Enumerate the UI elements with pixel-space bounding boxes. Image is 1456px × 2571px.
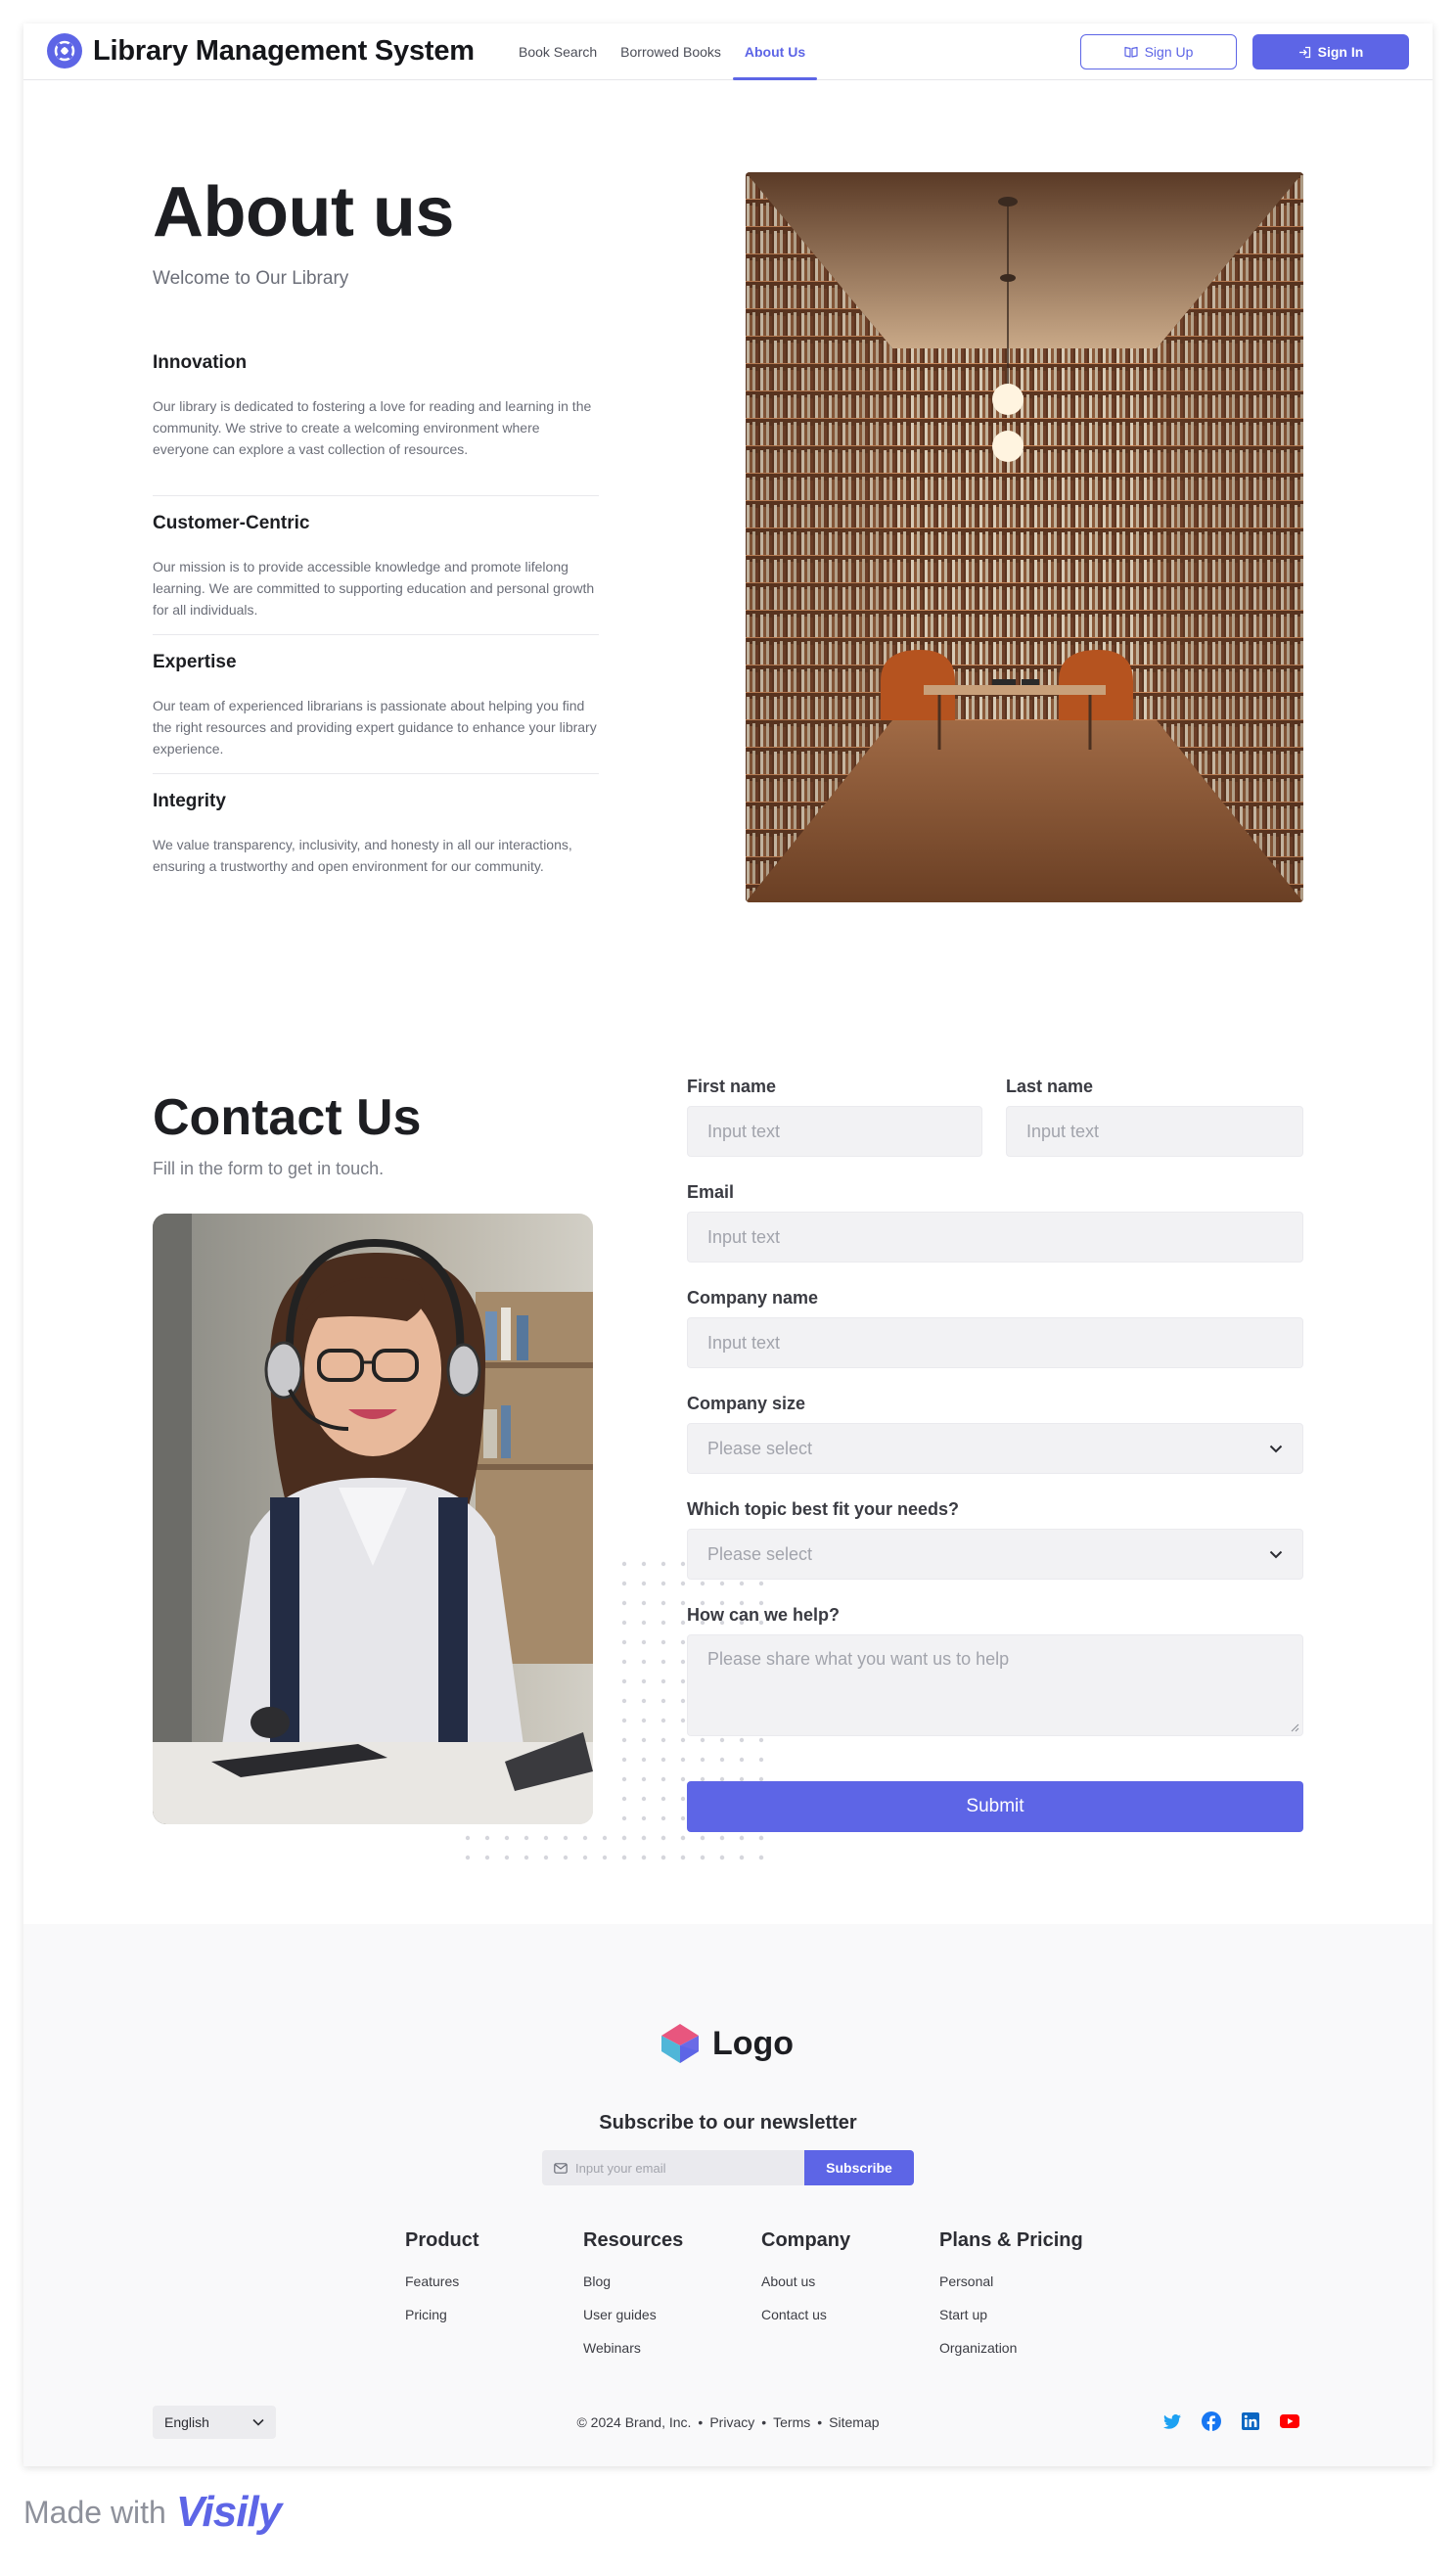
made-with-text: Made with [23,2494,166,2530]
twitter-icon[interactable] [1162,2411,1182,2431]
footer-link[interactable]: Personal [939,2273,1115,2289]
submit-button[interactable]: Submit [687,1781,1303,1832]
logo-icon [661,2024,699,2063]
footer-link[interactable]: Blog [583,2273,759,2289]
nav-borrowed-books[interactable]: Borrowed Books [609,23,733,80]
mail-icon [554,2162,568,2174]
help-textarea[interactable]: Please share what you want us to help [687,1634,1303,1736]
value-item: Integrity We value transparency, inclusi… [153,791,599,877]
topic-value: Please select [707,1543,813,1564]
contact-title: Contact Us [153,1089,422,1146]
footer-column-title: Plans & Pricing [939,2229,1083,2251]
value-item: Innovation Our library is dedicated to f… [153,352,599,460]
value-text: We value transparency, inclusivity, and … [153,837,572,874]
divider [153,495,599,496]
help-label: How can we help? [687,1605,841,1625]
last-name-label: Last name [1006,1077,1094,1096]
divider [153,634,599,635]
support-agent-image [153,1214,593,1824]
copyright: © 2024 Brand, Inc. [576,2414,692,2430]
terms-link[interactable]: Terms [773,2414,810,2430]
footer-link[interactable]: Contact us [761,2307,937,2322]
company-name-field[interactable]: Input text [687,1317,1303,1368]
subscribe-button[interactable]: Subscribe [804,2150,914,2185]
footer-column-title: Company [761,2229,851,2251]
footer-column-title: Product [405,2229,479,2251]
sign-in-icon [1298,46,1310,58]
first-name-field[interactable]: Input text [687,1106,982,1157]
footer: Logo Subscribe to our newsletter Input y… [23,1924,1433,2466]
footer-column-plans: Plans & Pricing Personal Start up Organi… [939,2229,1115,2373]
brand-logo-icon [47,33,82,69]
footer-column-resources: Resources Blog User guides Webinars [583,2229,759,2373]
sitemap-link[interactable]: Sitemap [829,2414,879,2430]
sign-up-label: Sign Up [1144,44,1194,60]
company-size-label: Company size [687,1394,806,1413]
newsletter-email-input[interactable]: Input your email [542,2150,806,2185]
newsletter-title: Subscribe to our newsletter [599,2112,857,2134]
value-title: Customer-Centric [153,513,310,533]
facebook-icon[interactable] [1202,2411,1221,2431]
footer-column-title: Resources [583,2229,684,2251]
logo-text: Logo [712,2024,795,2062]
footer-link[interactable]: Webinars [583,2340,759,2356]
chevron-down-icon [1269,1445,1283,1452]
footer-column-company: Company About us Contact us [761,2229,937,2340]
nav-book-search[interactable]: Book Search [507,23,609,80]
footer-link[interactable]: Start up [939,2307,1115,2322]
first-name-label: First name [687,1077,777,1096]
sign-in-label: Sign In [1317,44,1364,60]
book-icon [1123,46,1138,58]
footer-column-product: Product Features Pricing [405,2229,581,2340]
company-size-select[interactable]: Please select [687,1423,1303,1474]
top-navbar: Library Management System Book Search Bo… [23,23,1433,80]
value-text: Our team of experienced librarians is pa… [153,698,597,757]
about-subtitle: Welcome to Our Library [153,268,349,289]
footer-link[interactable]: Pricing [405,2307,581,2322]
company-size-value: Please select [707,1438,813,1458]
sign-in-button[interactable]: Sign In [1252,34,1409,69]
value-title: Expertise [153,652,237,672]
topic-label: Which topic best fit your needs? [687,1499,960,1519]
youtube-icon[interactable] [1280,2411,1299,2431]
value-title: Innovation [153,352,248,373]
email-label: Email [687,1182,735,1202]
topic-select[interactable]: Please select [687,1529,1303,1580]
company-name-label: Company name [687,1288,819,1308]
divider [153,773,599,774]
app-title: Library Management System [93,34,475,67]
value-item: Customer-Centric Our mission is to provi… [153,513,599,620]
page: Library Management System Book Search Bo… [23,23,1433,2466]
footer-link[interactable]: Organization [939,2340,1115,2356]
linkedin-icon[interactable] [1241,2411,1260,2431]
sign-up-button[interactable]: Sign Up [1080,34,1237,69]
social-links [1162,2411,1299,2431]
last-name-field[interactable]: Input text [1006,1106,1303,1157]
help-placeholder: Please share what you want us to help [707,1649,1010,1669]
footer-logo[interactable]: Logo [660,2022,794,2065]
footer-link[interactable]: About us [761,2273,937,2289]
about-title: About us [153,173,454,252]
footer-link[interactable]: User guides [583,2307,759,2322]
visily-logo: Visily [175,2488,282,2536]
value-item: Expertise Our team of experienced librar… [153,652,599,759]
value-text: Our mission is to provide accessible kno… [153,559,595,618]
value-title: Integrity [153,791,226,811]
chevron-down-icon [1269,1550,1283,1558]
value-text: Our library is dedicated to fostering a … [153,398,592,457]
resize-handle-icon[interactable] [1290,1722,1299,1732]
contact-subtitle: Fill in the form to get in touch. [153,1159,385,1178]
privacy-link[interactable]: Privacy [709,2414,754,2430]
main-nav: Book Search Borrowed Books About Us [507,23,818,80]
footer-link[interactable]: Features [405,2273,581,2289]
newsletter-placeholder: Input your email [575,2160,666,2176]
email-field[interactable]: Input text [687,1212,1303,1263]
nav-about-us[interactable]: About Us [732,23,818,80]
library-image [746,172,1303,902]
made-with-badge[interactable]: Made with Visily [23,2488,282,2537]
brand[interactable]: Library Management System [47,31,475,70]
